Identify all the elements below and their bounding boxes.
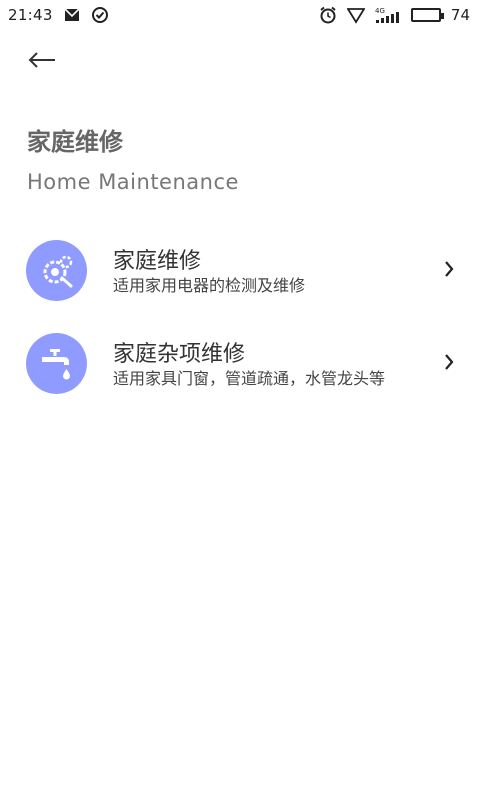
- alarm-icon: [319, 6, 337, 24]
- service-list: 家庭维修 适用家用电器的检测及维修 家庭杂项维修 适用家具门窗，管道疏通，水管龙…: [0, 232, 480, 418]
- battery-icon: [410, 8, 444, 22]
- service-name: 家庭维修: [113, 249, 202, 274]
- status-left: 21:43: [8, 6, 109, 24]
- mail-icon: [63, 6, 81, 24]
- service-item-misc-repair[interactable]: 家庭杂项维修 适用家具门窗，管道疏通，水管龙头等: [0, 325, 480, 418]
- battery-level: 74: [450, 6, 470, 24]
- gear-repair-icon: [26, 240, 87, 301]
- back-button[interactable]: [22, 46, 62, 78]
- network-type: 4G: [375, 7, 385, 15]
- page-subtitle: Home Maintenance: [27, 170, 239, 194]
- service-name: 家庭杂项维修: [113, 342, 246, 367]
- check-circle-icon: [91, 6, 109, 24]
- faucet-icon: [26, 333, 87, 394]
- status-right: 4G 74: [319, 6, 470, 24]
- arrow-left-icon: [27, 51, 57, 73]
- chevron-right-icon: [440, 258, 458, 280]
- page-title: 家庭维修: [27, 128, 123, 156]
- service-item-home-repair[interactable]: 家庭维修 适用家用电器的检测及维修: [0, 232, 480, 325]
- service-description: 适用家具门窗，管道疏通，水管龙头等: [113, 369, 386, 388]
- signal-icon: 4G: [375, 6, 401, 24]
- wifi-icon: [346, 6, 365, 24]
- chevron-right-icon: [440, 351, 458, 373]
- status-time: 21:43: [8, 6, 53, 24]
- service-description: 适用家用电器的检测及维修: [113, 276, 306, 295]
- status-bar: 21:43 4G 74: [0, 0, 480, 30]
